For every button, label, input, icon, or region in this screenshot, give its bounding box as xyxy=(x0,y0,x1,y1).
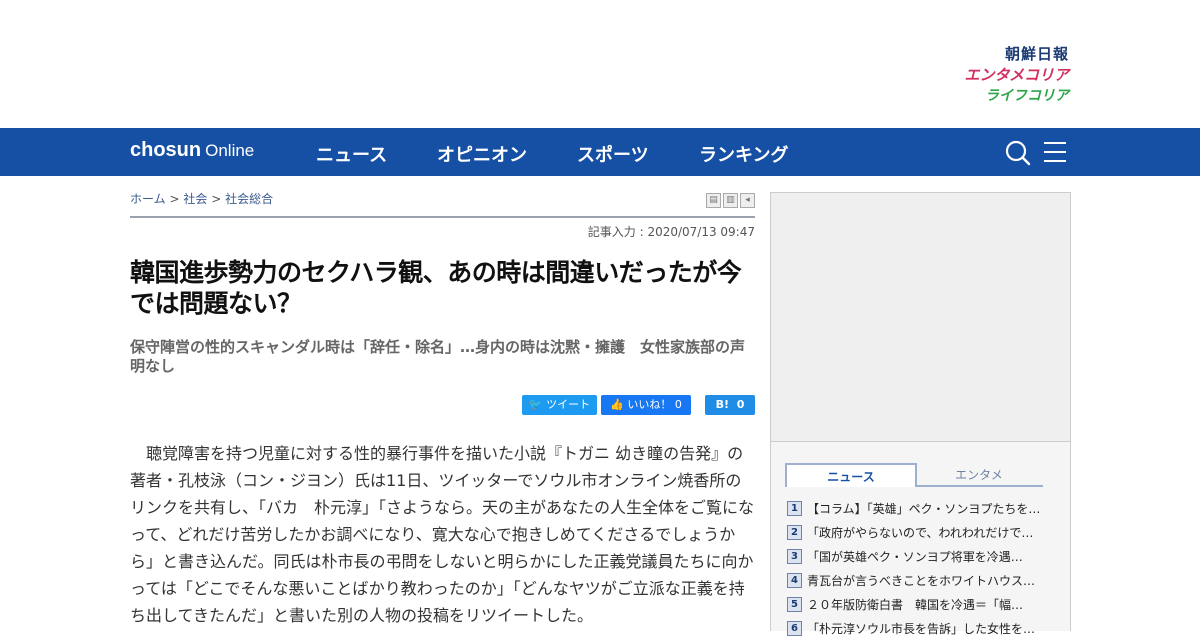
ranking-headline[interactable]: 【コラム】「英雄」ペク・ソンヨプたちを… xyxy=(807,500,1043,517)
back-icon[interactable]: ◂ xyxy=(740,193,755,208)
print-icon[interactable]: ▤ xyxy=(706,193,721,208)
brand-light: Online xyxy=(205,141,255,160)
breadcrumb-separator: > xyxy=(169,192,180,206)
ranking-headline[interactable]: 青瓦台が言うべきことをホワイトハウス… xyxy=(807,572,1043,589)
breadcrumb-home[interactable]: ホーム xyxy=(130,192,166,206)
like-label: いいね！ xyxy=(627,398,672,411)
ranking-tabs: ニュース エンタメ xyxy=(785,463,1043,487)
hatena-count: 0 xyxy=(736,398,745,411)
ranking-headline[interactable]: 「政府がやらないので、われわれだけで… xyxy=(807,524,1043,541)
twitter-icon: 🐦 xyxy=(528,398,543,411)
ranking-item[interactable]: 1 【コラム】「英雄」ペク・ソンヨプたちを… xyxy=(787,500,1049,524)
rank-number: 4 xyxy=(787,573,802,588)
top-banner: 朝鮮日報 エンタメコリア ライフコリア xyxy=(0,0,1200,128)
tab-news[interactable]: ニュース xyxy=(785,463,917,487)
search-icon[interactable] xyxy=(1005,140,1031,166)
life-korea-logo[interactable]: ライフコリア xyxy=(909,86,1069,107)
ranking-item[interactable]: 4 青瓦台が言うべきことをホワイトハウス… xyxy=(787,572,1049,596)
ranking-headline[interactable]: ２０年版防衛白書 韓国を冷遇＝「幅… xyxy=(807,596,1043,613)
ranking-item[interactable]: 2 「政府がやらないので、われわれだけで… xyxy=(787,524,1049,548)
like-count: 0 xyxy=(674,398,682,411)
breadcrumb-separator: > xyxy=(211,192,222,206)
ranking-item[interactable]: 6 「朴元淳ソウル市長を告訴」した女性を… xyxy=(787,620,1049,644)
article-subtitle: 保守陣営の性的スキャンダル時は「辞任・除名」…身内の時は沈黙・擁護 女性家族部の… xyxy=(130,338,746,375)
header-divider xyxy=(130,216,755,218)
chosun-online-logo[interactable]: chosun Online xyxy=(130,139,254,162)
chosun-ilbo-logo[interactable]: 朝鮮日報 xyxy=(909,44,1069,65)
breadcrumb: ホーム > 社会 > 社会総合 xyxy=(130,190,273,207)
article-body: 聴覚障害を持つ児童に対する性的暴行事件を描いた小説『トガニ 幼き瞳の告発』の著者… xyxy=(130,444,755,625)
ranking-headline[interactable]: 「国が英雄ペク・ソンヨプ将軍を冷遇… xyxy=(807,548,1043,565)
thumbs-up-icon: 👍 xyxy=(610,398,624,411)
hatena-label: B! xyxy=(715,398,730,411)
article-title: 韓国進歩勢力のセクハラ観、あの時は間違いだったが今では問題ない？ xyxy=(130,258,742,318)
ranking-headline[interactable]: 「朴元淳ソウル市長を告訴」した女性を… xyxy=(807,620,1043,637)
article-dateline: 記事入力 : 2020/07/13 09:47 xyxy=(587,225,755,239)
article-tools: ▤ ▥ ◂ xyxy=(704,193,755,212)
like-button[interactable]: 👍 いいね！ 0 xyxy=(601,395,691,415)
site-logos: 朝鮮日報 エンタメコリア ライフコリア xyxy=(909,44,1069,107)
rank-number: 3 xyxy=(787,549,802,564)
tweet-button[interactable]: 🐦 ツイート xyxy=(522,395,597,415)
brand-bold: chosun xyxy=(130,139,202,161)
rank-number: 1 xyxy=(787,501,802,516)
tweet-label: ツイート xyxy=(546,398,591,411)
nav-item-news[interactable]: ニュース xyxy=(316,141,387,167)
rank-number: 6 xyxy=(787,621,802,636)
nav-item-ranking[interactable]: ランキング xyxy=(699,141,788,167)
rank-number: 2 xyxy=(787,525,802,540)
ad-slot xyxy=(770,192,1071,443)
nav-item-sports[interactable]: スポーツ xyxy=(577,141,649,167)
hamburger-menu-icon[interactable] xyxy=(1044,142,1066,162)
hatena-bookmark-button[interactable]: B! 0 xyxy=(705,395,755,415)
nav-item-opinion[interactable]: オピニオン xyxy=(437,141,527,167)
text-size-icon[interactable]: ▥ xyxy=(723,193,738,208)
tab-entame[interactable]: エンタメ xyxy=(915,463,1043,487)
ranking-list: 1 【コラム】「英雄」ペク・ソンヨプたちを… 2 「政府がやらないので、われわれだけ… xyxy=(787,500,1049,644)
ranking-item[interactable]: 3 「国が英雄ペク・ソンヨプ将軍を冷遇… xyxy=(787,548,1049,572)
rank-number: 5 xyxy=(787,597,802,612)
breadcrumb-section[interactable]: 社会 xyxy=(183,192,207,206)
entame-korea-logo[interactable]: エンタメコリア xyxy=(909,65,1069,86)
breadcrumb-subsection[interactable]: 社会総合 xyxy=(225,192,273,206)
ranking-item[interactable]: 5 ２０年版防衛白書 韓国を冷遇＝「幅… xyxy=(787,596,1049,620)
